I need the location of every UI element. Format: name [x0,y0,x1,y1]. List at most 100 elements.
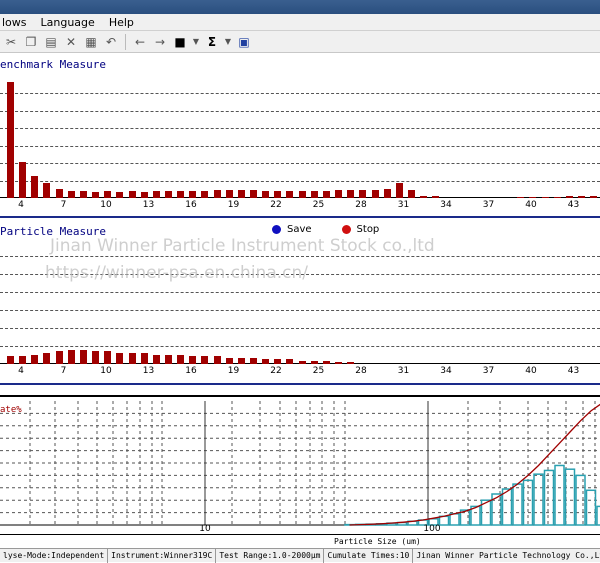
x-tick-label: 31 [398,200,409,210]
grid-line [0,181,600,182]
x-tick-label: 4 [18,200,24,210]
bar [238,358,245,364]
menu-windows[interactable]: lows [0,16,29,29]
properties-icon[interactable]: ▦ [82,33,100,51]
bar [68,191,75,198]
grid-line [0,163,600,164]
bar [372,190,379,198]
bar [396,183,403,198]
bar [554,197,561,198]
bar [92,351,99,364]
x-tick-label: 37 [483,366,494,376]
x-tick-label: 31 [398,366,409,376]
scissors-icon[interactable]: ✂ [2,33,20,51]
bar [408,190,415,198]
bar [165,191,172,198]
grid-line [0,310,600,311]
benchmark-chart [0,76,600,198]
x-tick-label: 25 [313,200,324,210]
status-cumulate: Cumulate Times:10 [324,549,413,563]
bar [529,197,536,198]
bar [7,356,14,364]
bar [542,197,549,198]
bar [262,359,269,364]
bar [250,358,257,364]
distribution-chart [0,397,600,533]
x-tick-label: 4 [18,366,24,376]
bar [129,191,136,198]
bar [226,190,233,198]
x-tick-label: 22 [270,200,281,210]
report-icon[interactable]: ▣ [235,33,253,51]
x-tick-label: 28 [355,200,366,210]
bar [189,356,196,364]
panel-divider [0,383,600,385]
status-bar: lyse-Mode:Independent Instrument:Winner3… [0,548,600,562]
histogram-bar [545,470,554,525]
back-arrow-icon[interactable]: ← [131,33,149,51]
legend-save[interactable]: Save [272,224,312,235]
bar [141,353,148,364]
bar [177,355,184,364]
menu-language[interactable]: Language [39,16,97,29]
legend-stop[interactable]: Stop [342,224,380,235]
histogram-bar [555,465,564,525]
legend-stop-label: Stop [357,224,380,235]
x-tick-label: 37 [483,200,494,210]
bar [517,197,524,198]
watermark-text: Jinan Winner Particle Instrument Stock c… [50,236,435,256]
bar [311,361,318,364]
toolbar-separator [125,34,126,50]
menu-bar: lows Language Help [0,14,600,31]
particle-chart [0,238,600,364]
grid-line [0,292,600,293]
sigma-icon[interactable]: Σ [203,33,221,51]
bar [7,82,14,198]
x-tick-label: 7 [61,366,67,376]
x-tick-label: 100 [423,524,440,534]
delete-icon[interactable]: ✕ [62,33,80,51]
x-tick-label: 13 [143,366,154,376]
save-dot-icon [272,225,281,234]
undo-icon[interactable]: ↶ [102,33,120,51]
x-tick-label: 43 [568,200,579,210]
bar [92,192,99,198]
status-mode: lyse-Mode:Independent [0,549,108,563]
panel-divider [0,216,600,218]
watermark-url: https://winner-psa.en.china.cn/ [45,263,308,283]
bar [274,191,281,198]
x-tick-label: 16 [185,366,196,376]
x-tick-label: 28 [355,366,366,376]
bar [104,191,111,198]
bar [578,196,585,198]
bar [250,190,257,198]
distribution-x-label: Particle Size (um) [334,537,421,546]
bar [19,356,26,364]
bar [286,359,293,364]
bar [189,191,196,198]
bar [31,176,38,198]
grid-line [0,93,600,94]
bar [262,191,269,198]
bar [226,358,233,364]
bar [116,353,123,364]
dropdown-icon[interactable]: ▼ [223,33,233,51]
dropdown-icon[interactable]: ▼ [191,33,201,51]
menu-help[interactable]: Help [107,16,136,29]
paste-icon[interactable]: ▤ [42,33,60,51]
grid-line [0,328,600,329]
bar [56,351,63,364]
bar [274,359,281,364]
forward-arrow-icon[interactable]: → [151,33,169,51]
histogram-bar [534,474,543,525]
particle-x-ticks: 47101316192225283134374043 [0,366,600,378]
bar [165,355,172,364]
bar [384,189,391,198]
status-instrument: Instrument:Winner319C [108,549,216,563]
bar [80,350,87,364]
copy-icon[interactable]: ❐ [22,33,40,51]
bar [347,362,354,364]
bar [56,189,63,198]
camera-icon[interactable]: ■ [171,33,189,51]
bar [323,361,330,364]
